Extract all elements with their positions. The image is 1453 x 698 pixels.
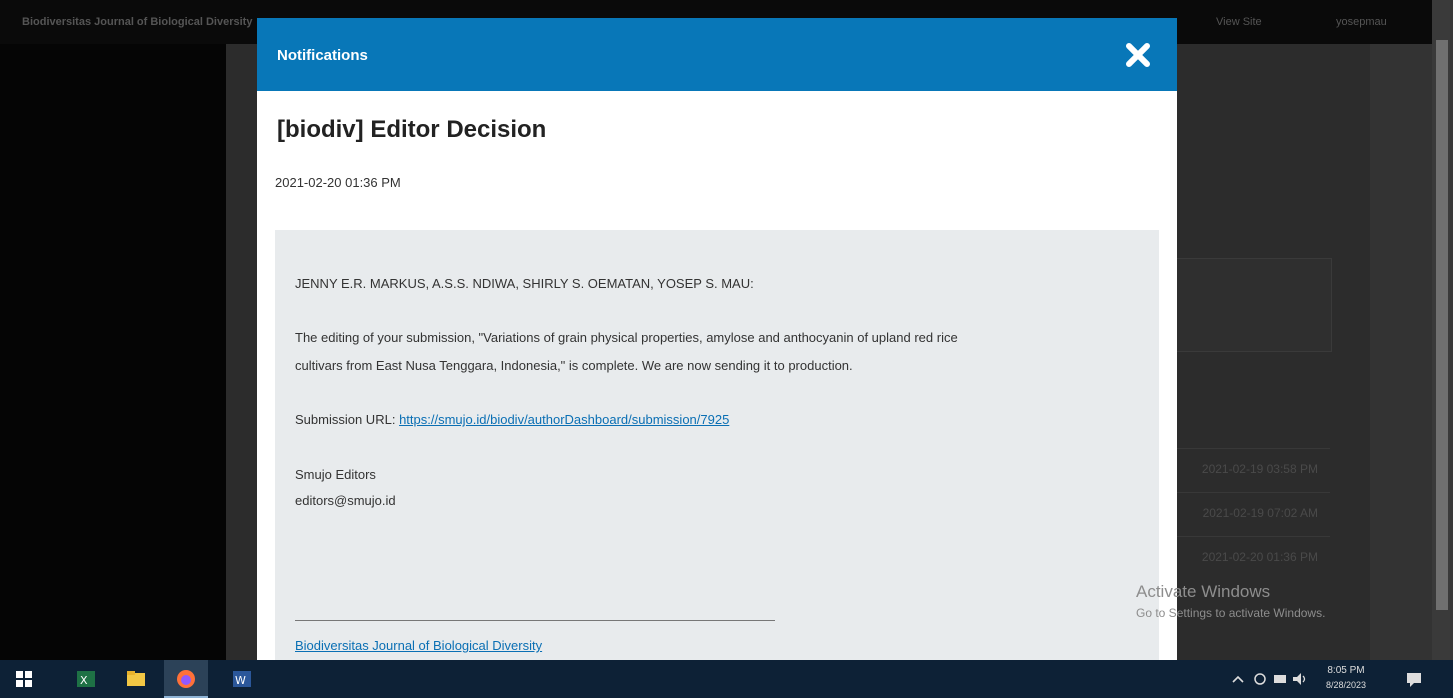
- sync-icon[interactable]: [1250, 669, 1270, 689]
- sidebar: [0, 44, 226, 660]
- view-site-link[interactable]: View Site: [1216, 16, 1262, 28]
- watermark-title: Activate Windows: [1136, 582, 1271, 601]
- scrollbar-thumb[interactable]: [1436, 40, 1448, 610]
- submission-url-link[interactable]: https://smujo.id/biodiv/authorDashboard/…: [399, 412, 729, 427]
- word-icon[interactable]: W: [232, 669, 252, 689]
- close-button[interactable]: [1123, 40, 1153, 70]
- signature-name: Smujo Editors: [295, 467, 376, 482]
- background-right-strip: [1370, 44, 1432, 660]
- footer-journal-row: Biodiversitas Journal of Biological Dive…: [295, 638, 542, 653]
- background-panel: [1150, 258, 1332, 352]
- taskbar-clock[interactable]: 8:05 PM: [1322, 665, 1370, 676]
- submission-url-row: Submission URL: https://smujo.id/biodiv/…: [295, 412, 729, 427]
- activation-watermark: Activate Windows Go to Settings to activ…: [1136, 582, 1325, 620]
- svg-text:W: W: [235, 674, 246, 687]
- page-scrollbar[interactable]: [1432, 0, 1453, 660]
- notification-modal: Notifications [biodiv] Editor Decision 2…: [257, 18, 1177, 660]
- background-row: 2021-02-20 01:36 PM: [1150, 536, 1330, 577]
- signature-email: editors@smujo.id: [295, 493, 396, 508]
- message-subject: [biodiv] Editor Decision: [277, 116, 547, 143]
- firefox-icon[interactable]: [176, 669, 196, 689]
- file-explorer-icon[interactable]: [126, 669, 146, 689]
- taskbar: X W 8:05 PM 8/28/2023: [0, 660, 1453, 698]
- close-icon: [1126, 43, 1150, 67]
- site-title[interactable]: Biodiversitas Journal of Biological Dive…: [22, 16, 252, 28]
- signature-divider: [295, 620, 775, 621]
- notification-center-icon[interactable]: [1404, 669, 1424, 689]
- background-row: 2021-02-19 07:02 AM: [1150, 492, 1330, 533]
- message-line: The editing of your submission, "Variati…: [295, 330, 958, 345]
- background-row: 2021-02-19 03:58 PM: [1150, 448, 1330, 489]
- volume-icon[interactable]: [1290, 669, 1310, 689]
- chevron-up-icon[interactable]: [1228, 669, 1248, 689]
- submission-url-label: Submission URL:: [295, 412, 396, 427]
- taskbar-date[interactable]: 8/28/2023: [1322, 680, 1370, 690]
- watermark-subtitle: Go to Settings to activate Windows.: [1136, 606, 1326, 620]
- network-icon[interactable]: [1270, 669, 1290, 689]
- message-date: 2021-02-20 01:36 PM: [275, 175, 401, 190]
- journal-link[interactable]: Biodiversitas Journal of Biological Dive…: [295, 638, 542, 653]
- modal-title: Notifications: [277, 47, 368, 64]
- modal-header: Notifications: [257, 18, 1177, 91]
- message-line: cultivars from East Nusa Tenggara, Indon…: [295, 358, 853, 373]
- svg-text:X: X: [80, 674, 88, 687]
- message-authors: JENNY E.R. MARKUS, A.S.S. NDIWA, SHIRLY …: [295, 276, 754, 291]
- windows-start-icon[interactable]: [14, 669, 34, 689]
- excel-icon[interactable]: X: [76, 669, 96, 689]
- user-menu[interactable]: yosepmau: [1336, 16, 1387, 28]
- message-body: JENNY E.R. MARKUS, A.S.S. NDIWA, SHIRLY …: [275, 230, 1159, 660]
